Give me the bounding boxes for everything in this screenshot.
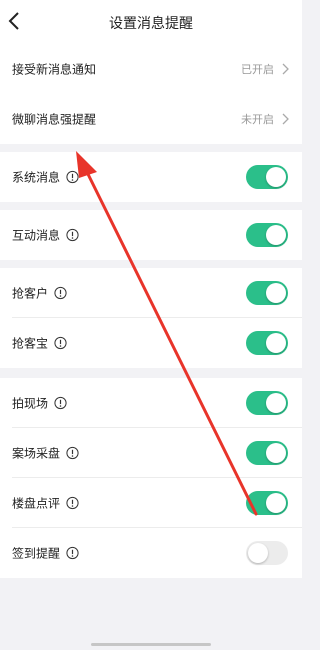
interaction-message-group: 互动消息 [0,210,302,260]
row-property-review: 楼盘点评 [0,478,302,528]
notification-settings-group: 接受新消息通知 已开启 微聊消息强提醒 未开启 [0,44,302,144]
toggle-knob [266,443,286,463]
row-status: 未开启 [241,113,274,126]
grab-customer-bao-toggle[interactable] [246,331,288,355]
row-label: 抢客宝 [12,336,49,351]
header-bar: 设置消息提醒 [0,0,302,44]
row-checkin-reminder: 签到提醒 [0,528,302,578]
toggle-knob [266,493,286,513]
info-icon[interactable] [66,496,79,510]
info-icon[interactable] [54,396,67,410]
info-icon[interactable] [66,170,79,184]
scene-group: 拍现场 案场采盘 楼盘点评 签到提醒 [0,378,302,578]
row-label: 抢客户 [12,286,49,301]
grab-customer-group: 抢客户 抢客宝 [0,268,302,368]
checkin-reminder-toggle[interactable] [246,541,288,565]
row-receive-new-message[interactable]: 接受新消息通知 已开启 [0,44,302,94]
photo-scene-toggle[interactable] [246,391,288,415]
chevron-right-icon [282,63,289,75]
chevron-right-icon [282,113,289,125]
interaction-message-toggle[interactable] [246,223,288,247]
info-icon[interactable] [54,336,67,350]
row-label: 系统消息 [12,170,61,185]
row-status: 已开启 [241,63,274,76]
row-site-survey: 案场采盘 [0,428,302,478]
row-label: 微聊消息强提醒 [12,112,97,127]
info-icon[interactable] [66,546,79,560]
row-strong-chat-reminder[interactable]: 微聊消息强提醒 未开启 [0,94,302,144]
toggle-knob [266,283,286,303]
grab-customer-toggle[interactable] [246,281,288,305]
row-grab-customer-bao: 抢客宝 [0,318,302,368]
property-review-toggle[interactable] [246,491,288,515]
row-label: 签到提醒 [12,546,61,561]
toggle-knob [266,225,286,245]
info-icon[interactable] [66,446,79,460]
row-grab-customer: 抢客户 [0,268,302,318]
row-photo-scene: 拍现场 [0,378,302,428]
info-icon[interactable] [66,228,79,242]
row-label: 案场采盘 [12,446,61,461]
home-indicator [91,643,211,646]
toggle-knob [266,333,286,353]
row-system-message: 系统消息 [0,152,302,202]
system-message-toggle[interactable] [246,165,288,189]
toggle-knob [248,543,268,563]
info-icon[interactable] [54,286,67,300]
row-label: 互动消息 [12,228,61,243]
row-label: 接受新消息通知 [12,62,97,77]
row-interaction-message: 互动消息 [0,210,302,260]
system-message-group: 系统消息 [0,152,302,202]
site-survey-toggle[interactable] [246,441,288,465]
row-label: 拍现场 [12,396,49,411]
row-label: 楼盘点评 [12,496,61,511]
toggle-knob [266,393,286,413]
toggle-knob [266,167,286,187]
page-title: 设置消息提醒 [109,16,193,32]
